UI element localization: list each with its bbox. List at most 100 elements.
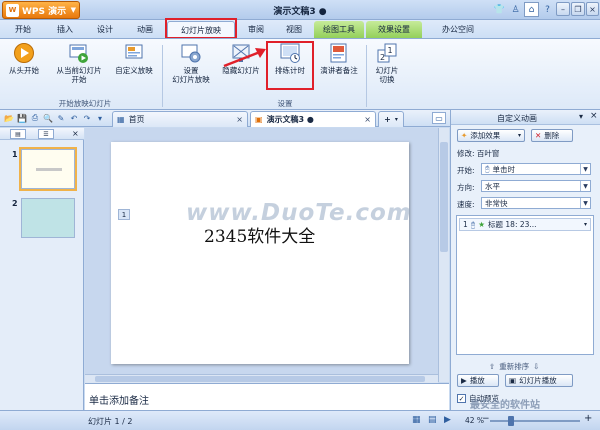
modify-label: 修改: 百叶窗 bbox=[457, 149, 500, 158]
play-from-start-button[interactable]: 从头开始 bbox=[4, 42, 44, 96]
redo-icon[interactable]: ↷ bbox=[81, 112, 93, 124]
ribbon-label: 从头开始 bbox=[9, 66, 39, 75]
home-icon[interactable]: ⌂ bbox=[524, 2, 539, 17]
slideshow-button[interactable]: ▣ 幻灯片播放 bbox=[505, 374, 573, 387]
tab-start[interactable]: 开始 bbox=[6, 21, 40, 38]
format-painter-icon[interactable]: ✎ bbox=[55, 112, 67, 124]
home-page-icon: ▦ bbox=[117, 115, 125, 124]
slide-editing-canvas bbox=[85, 128, 440, 382]
close-icon[interactable]: × bbox=[590, 111, 598, 121]
add-effect-button[interactable]: ✦ 添加效果 ▾ bbox=[457, 129, 525, 142]
chevron-down-icon[interactable]: ▾ bbox=[579, 112, 583, 121]
print-icon[interactable]: ⎙ bbox=[29, 112, 41, 124]
star-icon: ✦ bbox=[461, 131, 468, 140]
notes-pane[interactable]: 单击添加备注 bbox=[85, 383, 449, 410]
customize-toolbar-icon[interactable]: ▾ bbox=[94, 112, 106, 124]
skin-icon[interactable]: 👕 bbox=[492, 2, 507, 17]
menu-bar: 开始 插入 设计 动画 幻灯片放映 审阅 视图 绘图工具 效果设置 办公空间 bbox=[0, 20, 600, 38]
horizontal-scrollbar[interactable] bbox=[85, 374, 438, 383]
pane-title: 自定义动画 bbox=[497, 114, 537, 123]
setup-show-icon bbox=[181, 44, 201, 63]
setup-show-button[interactable]: 设置 幻灯片放映 bbox=[166, 42, 216, 96]
close-button[interactable]: × bbox=[586, 2, 599, 16]
app-menu-button[interactable]: W WPS 演示 ▼ bbox=[2, 1, 80, 19]
direction-select[interactable]: 水平 ▼ bbox=[481, 180, 591, 192]
slides-view-tab[interactable]: ▤ bbox=[10, 129, 26, 139]
zoom-in-icon[interactable]: + bbox=[584, 413, 592, 424]
open-folder-icon[interactable]: 📂 bbox=[3, 112, 15, 124]
speaker-notes-button[interactable]: 演讲者备注 bbox=[314, 42, 364, 96]
tab-home-page[interactable]: ▦ 首页 × bbox=[112, 111, 248, 127]
new-tab-button[interactable]: + ▾ bbox=[378, 111, 404, 127]
minimize-button[interactable]: – bbox=[556, 2, 570, 16]
play-button[interactable]: ▶ 播放 bbox=[457, 374, 499, 387]
zoom-slider-knob[interactable] bbox=[507, 416, 514, 426]
vertical-scrollbar[interactable] bbox=[438, 128, 449, 382]
entrance-effect-icon: ★ bbox=[478, 220, 486, 229]
delete-effect-button[interactable]: ✕ 删除 bbox=[531, 129, 573, 142]
play-from-current-button[interactable]: 从当前幻灯片 开始 bbox=[50, 42, 108, 96]
sorter-view-icon[interactable]: ▤ bbox=[428, 415, 437, 425]
tab-animation[interactable]: 动画 bbox=[130, 21, 160, 38]
group-label-start-show: 开始放映幻灯片 bbox=[58, 99, 112, 108]
normal-view-icon[interactable]: ▦ bbox=[412, 415, 421, 425]
chevron-down-icon: ▼ bbox=[580, 198, 590, 208]
scroll-thumb[interactable] bbox=[440, 142, 448, 252]
tab-label: 演示文稿3 ● bbox=[266, 115, 314, 124]
save-icon[interactable]: 💾 bbox=[16, 112, 28, 124]
speed-label: 速度: bbox=[457, 200, 475, 209]
close-icon[interactable]: × bbox=[72, 129, 79, 138]
chevron-down-icon: ▾ bbox=[583, 221, 587, 228]
anim-index: 1 bbox=[463, 220, 468, 229]
current-slide[interactable] bbox=[111, 142, 409, 364]
ribbon-label: 演讲者备注 bbox=[320, 66, 358, 75]
user-icon[interactable]: ♙ bbox=[508, 2, 523, 17]
tab-effect-settings[interactable]: 效果设置 bbox=[366, 21, 422, 38]
slide-thumbnail-1[interactable] bbox=[19, 147, 77, 191]
slide-title-text[interactable]: 2345软件大全 bbox=[204, 222, 315, 247]
tab-insert[interactable]: 插入 bbox=[50, 21, 80, 38]
move-down-icon[interactable]: ⇩ bbox=[533, 362, 539, 371]
wps-logo-icon: W bbox=[6, 3, 19, 17]
thumbnail-text-line bbox=[36, 168, 62, 171]
chevron-down-icon: ▼ bbox=[580, 181, 590, 191]
tab-presentation-3[interactable]: ▣ 演示文稿3 ● × bbox=[250, 111, 376, 127]
slide-number: 1 bbox=[12, 150, 18, 159]
autopreview-checkbox[interactable]: ✓ bbox=[457, 394, 466, 403]
undo-icon[interactable]: ↶ bbox=[68, 112, 80, 124]
tab-design[interactable]: 设计 bbox=[90, 21, 120, 38]
restore-button[interactable]: ❐ bbox=[571, 2, 585, 16]
slide-transition-button[interactable]: 1 2 幻灯片 切换 bbox=[370, 42, 404, 96]
slide-thumbnail-2[interactable] bbox=[21, 198, 75, 238]
restore-window-icon[interactable]: ▭ bbox=[432, 112, 446, 124]
start-select[interactable]: 🖰 单击时 ▼ bbox=[481, 163, 591, 175]
close-icon[interactable]: × bbox=[236, 115, 243, 124]
slide-thumbnail-pane: ▤ ☰ × 1 2 bbox=[0, 128, 84, 410]
zoom-out-icon[interactable]: − bbox=[482, 414, 490, 424]
speed-select[interactable]: 非常快 ▼ bbox=[481, 197, 591, 209]
title-bar: W WPS 演示 ▼ 演示文稿3 ● 👕 ♙ ⌂ ? – ❐ × bbox=[0, 0, 600, 20]
ribbon-separator bbox=[366, 45, 367, 107]
slideshow-icon: ▣ bbox=[509, 376, 517, 385]
custom-show-button[interactable]: 自定义放映 bbox=[110, 42, 158, 96]
scroll-thumb[interactable] bbox=[95, 376, 425, 382]
tab-office-space[interactable]: 办公空间 bbox=[436, 21, 480, 38]
close-icon[interactable]: × bbox=[364, 115, 371, 124]
pane-header: 自定义动画 ▾ × bbox=[451, 110, 600, 125]
mouse-click-icon: 🖰 bbox=[485, 164, 490, 173]
help-icon[interactable]: ? bbox=[540, 2, 555, 17]
chevron-down-icon: ▾ bbox=[394, 116, 398, 123]
outline-view-tab[interactable]: ☰ bbox=[38, 129, 54, 139]
zoom-slider-track[interactable] bbox=[490, 420, 580, 422]
anim-item-label: 标题 18: 23... bbox=[488, 220, 537, 229]
animation-list[interactable]: 1 🖰 ★ 标题 18: 23... ▾ bbox=[456, 215, 594, 355]
slideshow-view-icon[interactable]: ▶ bbox=[444, 415, 451, 425]
print-preview-icon[interactable]: 🔍 bbox=[42, 112, 54, 124]
window-title: 演示文稿3 ● bbox=[273, 7, 327, 17]
move-up-icon[interactable]: ⇧ bbox=[489, 362, 495, 371]
highlight-box-rehearse-timing bbox=[266, 41, 314, 90]
tab-review[interactable]: 审阅 bbox=[242, 21, 270, 38]
tab-view[interactable]: 视图 bbox=[280, 21, 308, 38]
animation-list-item[interactable]: 1 🖰 ★ 标题 18: 23... ▾ bbox=[459, 218, 591, 231]
tab-drawing-tools[interactable]: 绘图工具 bbox=[314, 21, 364, 38]
